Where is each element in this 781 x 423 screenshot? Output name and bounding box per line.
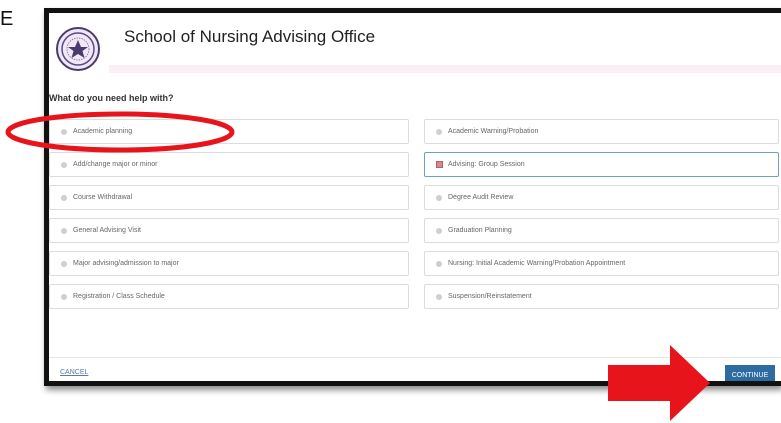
radio-icon[interactable] — [61, 293, 67, 300]
red-ellipse-highlight — [5, 111, 235, 153]
option-card[interactable]: Nursing: Initial Academic Warning/Probat… — [424, 251, 779, 276]
option-label: Major advising/admission to major — [73, 260, 179, 267]
option-card[interactable]: Academic Warning/Probation — [424, 119, 779, 144]
option-card[interactable]: Advising: Group Session — [424, 152, 779, 177]
page-header: School of Nursing Advising Office — [49, 13, 781, 75]
option-card[interactable]: General Advising Visit — [49, 218, 409, 243]
option-card[interactable]: Graduation Planning — [424, 218, 779, 243]
option-card[interactable]: Major advising/admission to major — [49, 251, 409, 276]
advising-page: School of Nursing Advising Office What d… — [49, 13, 781, 381]
option-label: Suspension/Reinstatement — [448, 293, 532, 300]
option-card[interactable]: Course Withdrawal — [49, 185, 409, 210]
continue-button[interactable]: CONTINUE — [725, 365, 775, 381]
option-label: Add/change major or minor — [73, 161, 158, 168]
header-band — [109, 65, 781, 73]
option-card[interactable]: Suspension/Reinstatement — [424, 284, 779, 309]
university-seal-icon — [56, 27, 100, 71]
page-title: School of Nursing Advising Office — [124, 27, 376, 46]
radio-icon[interactable] — [61, 161, 67, 168]
option-label: General Advising Visit — [73, 227, 141, 234]
option-label: Degree Audit Review — [448, 194, 514, 201]
radio-icon[interactable] — [436, 128, 442, 135]
radio-icon[interactable] — [61, 194, 67, 201]
option-card[interactable]: Degree Audit Review — [424, 185, 779, 210]
radio-icon[interactable] — [61, 260, 67, 267]
option-card[interactable]: Registration / Class Schedule — [49, 284, 409, 309]
option-label: Academic Warning/Probation — [448, 128, 539, 135]
cancel-link[interactable]: CANCEL — [60, 369, 88, 376]
option-label: Graduation Planning — [448, 227, 512, 234]
option-label: Registration / Class Schedule — [73, 293, 165, 300]
radio-icon[interactable] — [436, 194, 442, 201]
radio-icon[interactable] — [61, 227, 67, 234]
corner-glyph: E — [0, 8, 15, 30]
red-right-arrow-icon — [608, 345, 710, 421]
help-question: What do you need help with? — [49, 93, 174, 103]
option-label: Course Withdrawal — [73, 194, 133, 201]
radio-icon[interactable] — [436, 227, 442, 234]
radio-icon[interactable] — [436, 293, 442, 300]
option-label: Nursing: Initial Academic Warning/Probat… — [448, 260, 626, 267]
option-label: Advising: Group Session — [448, 161, 525, 168]
checkbox-icon[interactable] — [436, 161, 443, 168]
radio-icon[interactable] — [436, 260, 442, 267]
